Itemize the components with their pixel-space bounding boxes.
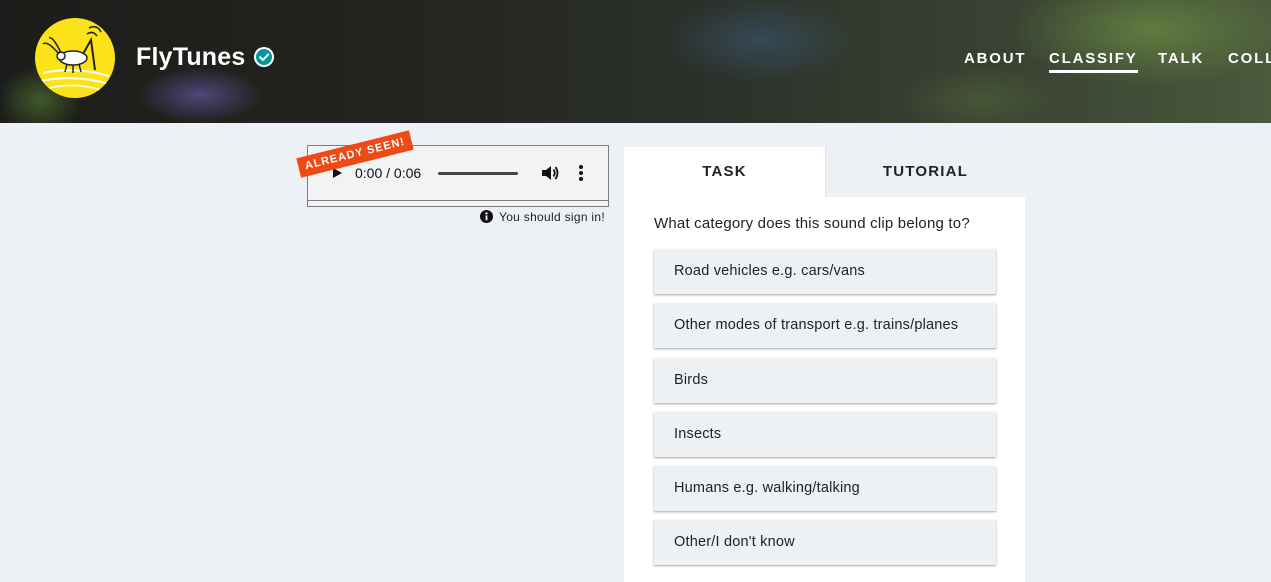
nav-about[interactable]: ABOUT bbox=[964, 50, 1026, 68]
answer-other-unknown[interactable]: Other/I don't know bbox=[654, 520, 996, 565]
player-divider bbox=[308, 200, 608, 201]
nav-collections[interactable]: COLLI bbox=[1228, 50, 1271, 68]
info-icon bbox=[480, 210, 493, 223]
seek-slider[interactable] bbox=[438, 172, 518, 175]
signin-notice: You should sign in! bbox=[480, 209, 605, 225]
tab-tutorial[interactable]: TUTORIAL bbox=[825, 147, 1025, 197]
task-panel: TASK TUTORIAL What category does this so… bbox=[624, 147, 1025, 582]
project-header: FlyTunes ABOUT CLASSIFY TALK COLLI bbox=[0, 0, 1271, 123]
answer-road-vehicles[interactable]: Road vehicles e.g. cars/vans bbox=[654, 249, 996, 294]
answer-birds[interactable]: Birds bbox=[654, 358, 996, 403]
nav-talk[interactable]: TALK bbox=[1158, 50, 1204, 68]
verified-check-icon bbox=[254, 47, 274, 67]
answer-humans[interactable]: Humans e.g. walking/talking bbox=[654, 466, 996, 511]
nav-classify[interactable]: CLASSIFY bbox=[1049, 50, 1138, 73]
answer-insects[interactable]: Insects bbox=[654, 412, 996, 457]
answer-other-transport[interactable]: Other modes of transport e.g. trains/pla… bbox=[654, 303, 996, 348]
more-vertical-icon[interactable] bbox=[576, 164, 586, 182]
playback-time: 0:00 / 0:06 bbox=[355, 165, 422, 181]
project-title[interactable]: FlyTunes bbox=[136, 42, 246, 72]
cricket-logo-icon[interactable] bbox=[35, 18, 115, 98]
signin-notice-text: You should sign in! bbox=[499, 210, 606, 224]
task-question: What category does this sound clip belon… bbox=[654, 215, 970, 232]
tab-task[interactable]: TASK bbox=[624, 147, 825, 197]
volume-icon[interactable] bbox=[540, 164, 560, 182]
